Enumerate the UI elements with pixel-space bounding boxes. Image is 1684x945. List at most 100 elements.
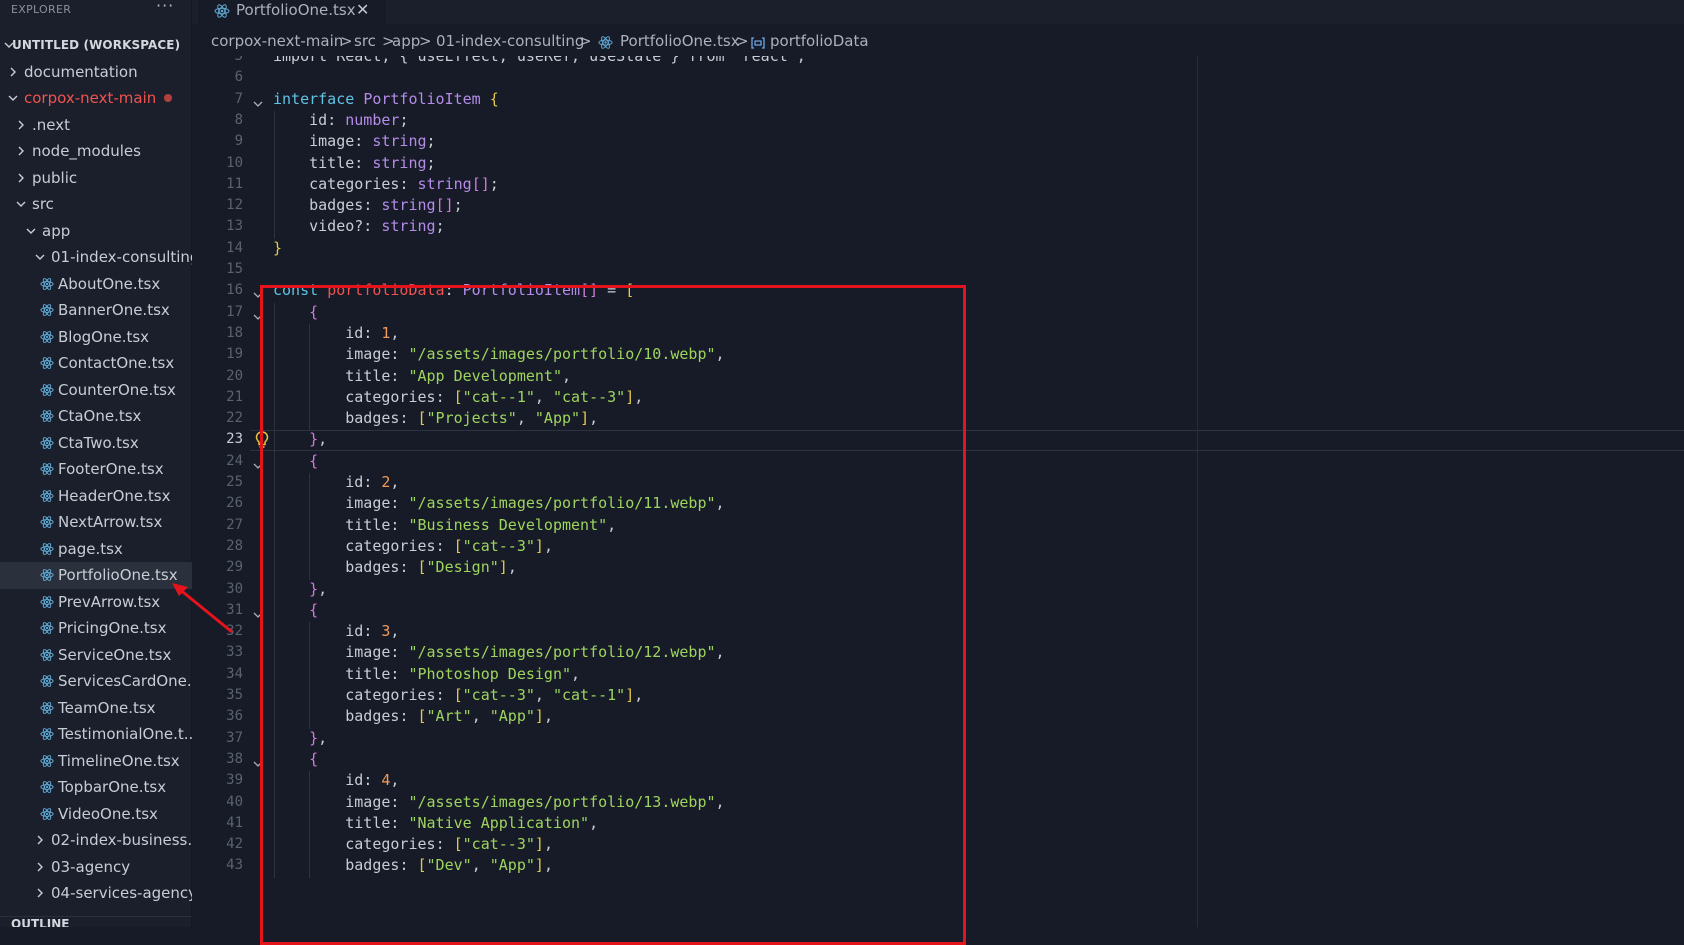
- tree-file-headerone-tsx[interactable]: HeaderOne.tsx: [0, 483, 192, 510]
- tree-item-label: ServicesCardOne...: [58, 672, 192, 690]
- tree-file-servicescardone[interactable]: ServicesCardOne...: [0, 668, 192, 695]
- react-icon: [40, 642, 56, 668]
- line-number: 15: [226, 261, 243, 277]
- tree-folder-documentation[interactable]: documentation: [0, 59, 192, 86]
- code-token: image: [273, 132, 355, 151]
- tree-folder-node-modules[interactable]: node_modules: [0, 138, 192, 165]
- tree-file-teamone-tsx[interactable]: TeamOne.tsx: [0, 695, 192, 722]
- code-token: title: [273, 153, 355, 172]
- tree-folder-01-index-consulting[interactable]: 01-index-consulting: [0, 244, 192, 271]
- close-icon[interactable]: ✕: [356, 0, 369, 19]
- breadcrumb-item-src[interactable]: src: [354, 32, 376, 50]
- tree-file-portfolioone-tsx[interactable]: PortfolioOne.tsx: [0, 562, 192, 589]
- outline-header[interactable]: OUTLINE: [0, 916, 192, 927]
- tree-file-nextarrow-tsx[interactable]: NextArrow.tsx: [0, 509, 192, 536]
- code-line: image: string;: [273, 132, 436, 151]
- tree-file-topbarone-tsx[interactable]: TopbarOne.tsx: [0, 774, 192, 801]
- line-number: 33: [226, 644, 243, 661]
- tab-portfolioone[interactable]: PortfolioOne.tsx ✕: [198, 0, 386, 24]
- breadcrumb-item-symbol[interactable]: portfolioData: [770, 32, 869, 50]
- tree-file-timelineone-tsx[interactable]: TimelineOne.tsx: [0, 748, 192, 775]
- tree-folder-04-services-agency[interactable]: 04-services-agency: [0, 880, 192, 907]
- tree-file-contactone-tsx[interactable]: ContactOne.tsx: [0, 350, 192, 377]
- line-number: 18: [226, 324, 243, 341]
- code-line: }: [273, 239, 282, 257]
- tree-file-ctatwo-tsx[interactable]: CtaTwo.tsx: [0, 430, 192, 457]
- modified-dot: [164, 94, 172, 102]
- outline-label: OUTLINE: [11, 917, 70, 927]
- breadcrumb-separator: >: [736, 32, 749, 50]
- tree-file-serviceone-tsx[interactable]: ServiceOne.tsx: [0, 642, 192, 669]
- code-token: []: [435, 196, 454, 215]
- indent-guide: [273, 110, 275, 239]
- react-icon: [40, 509, 56, 535]
- tree-folder-app[interactable]: app: [0, 218, 192, 245]
- tree-item-label: .next: [32, 115, 70, 134]
- code-line: title: string;: [273, 153, 435, 172]
- breadcrumb-item-folder[interactable]: 01-index-consulting: [436, 32, 584, 50]
- tree-item-label: HeaderOne.tsx: [58, 486, 171, 505]
- line-number: 27: [226, 516, 243, 533]
- code-token: ;: [489, 174, 499, 193]
- workspace-label: UNTITLED (WORKSPACE): [12, 38, 181, 52]
- tree-file-prevarrow-tsx[interactable]: PrevArrow.tsx: [0, 589, 192, 616]
- breadcrumb-item-app[interactable]: app: [392, 32, 420, 50]
- explorer-title: EXPLORER: [11, 3, 72, 16]
- code-token: :: [363, 196, 382, 215]
- code-token: :: [354, 153, 373, 172]
- react-icon: [40, 350, 56, 376]
- tree-folder-src[interactable]: src: [0, 191, 192, 218]
- tree-item-label: ContactOne.tsx: [58, 354, 175, 372]
- tree-folder-public[interactable]: public: [0, 165, 192, 192]
- tree-folder-03-agency[interactable]: 03-agency: [0, 854, 192, 881]
- code-line: interface PortfolioItem {: [273, 90, 499, 108]
- breadcrumb-item-root[interactable]: corpox-next-main: [211, 32, 343, 50]
- code-token: number: [345, 110, 400, 129]
- tree-item-label: CounterOne.tsx: [58, 380, 176, 399]
- tree-file-page-tsx[interactable]: page.tsx: [0, 536, 192, 563]
- tree-file-testimonialone-t[interactable]: TestimonialOne.t...: [0, 721, 192, 748]
- tree-file-pricingone-tsx[interactable]: PricingOne.tsx: [0, 615, 192, 642]
- tree-item-label: ServiceOne.tsx: [58, 645, 172, 664]
- tree-item-label: PortfolioOne.tsx: [58, 566, 178, 584]
- code-line: import React, { useEffect, useRef, useSt…: [273, 56, 806, 65]
- react-icon: [598, 35, 613, 54]
- tree-file-ctaone-tsx[interactable]: CtaOne.tsx: [0, 403, 192, 430]
- tree-item-label: BannerOne.tsx: [58, 301, 170, 319]
- tree-folder-corpox-next-main[interactable]: corpox-next-main: [0, 85, 192, 112]
- tree-item-label: NextArrow.tsx: [58, 513, 163, 531]
- breadcrumb-item-file[interactable]: PortfolioOne.tsx: [620, 32, 740, 50]
- ellipsis-icon[interactable]: ···: [156, 0, 174, 15]
- tree-file-bannerone-tsx[interactable]: BannerOne.tsx: [0, 297, 192, 324]
- code-token: ;: [426, 132, 436, 151]
- tree-item-label: 04-services-agency: [51, 884, 192, 902]
- tree-file-aboutone-tsx[interactable]: AboutOne.tsx: [0, 271, 192, 298]
- line-number: 38: [226, 750, 243, 767]
- code-token: {: [489, 89, 499, 108]
- breadcrumb-separator: >: [340, 32, 353, 50]
- tree-item-label: CtaOne.tsx: [58, 407, 142, 425]
- code-line: badges: string[];: [273, 196, 463, 214]
- code-token: ;: [435, 217, 445, 236]
- tree-folder-next[interactable]: .next: [0, 112, 192, 139]
- code-token: categories: [273, 174, 400, 193]
- highlight-box: [260, 285, 966, 945]
- tree-item-label: documentation: [24, 62, 138, 81]
- workspace-header[interactable]: UNTITLED (WORKSPACE): [0, 32, 192, 59]
- react-icon: [40, 668, 56, 694]
- line-number: 29: [226, 559, 243, 576]
- tab-bar: PortfolioOne.tsx ✕: [192, 0, 1684, 24]
- tree-file-blogone-tsx[interactable]: BlogOne.tsx: [0, 324, 192, 351]
- tree-folder-02-index-business[interactable]: 02-index-business...: [0, 827, 192, 854]
- line-number: 41: [226, 814, 243, 831]
- tree-file-footerone-tsx[interactable]: FooterOne.tsx: [0, 456, 192, 483]
- fold-chevron-icon[interactable]: [252, 95, 264, 107]
- line-number: 14: [226, 239, 243, 256]
- tree-file-videoone-tsx[interactable]: VideoOne.tsx: [0, 801, 192, 828]
- tree-item-label: node_modules: [32, 142, 141, 160]
- tree-file-counterone-tsx[interactable]: CounterOne.tsx: [0, 377, 192, 404]
- tree-item-label: CtaTwo.tsx: [58, 433, 139, 452]
- breadcrumb-separator: >: [419, 32, 432, 50]
- tree-item-label: PricingOne.tsx: [58, 619, 167, 637]
